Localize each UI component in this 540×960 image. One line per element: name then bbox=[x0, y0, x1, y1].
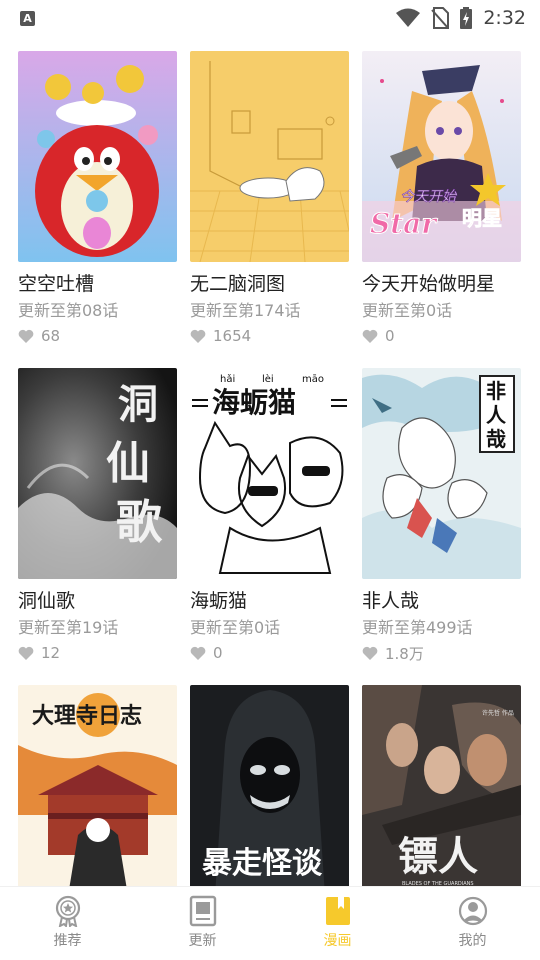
book-icon bbox=[189, 895, 216, 927]
bookmark-book-icon bbox=[325, 897, 350, 925]
cover-calligraphy: 仙 bbox=[106, 438, 150, 489]
award-icon bbox=[55, 895, 80, 927]
cover-calligraphy: 洞 bbox=[118, 381, 158, 428]
cover-title-text: 暴走怪谈 bbox=[202, 846, 323, 881]
comic-card[interactable]: 非 人 哉 非人哉 更新至第499话 1.8万 bbox=[362, 368, 521, 663]
heart-icon bbox=[190, 329, 206, 343]
cover-title-text: 今天开始 bbox=[400, 189, 458, 205]
comic-card[interactable]: 空空吐槽 更新至第08话 68 bbox=[18, 51, 177, 346]
comic-cover[interactable] bbox=[18, 51, 177, 262]
comic-card[interactable]: 今天开始 Star 明星 今天开始做明星 更新至第0话 0 bbox=[362, 51, 521, 346]
comic-title[interactable]: 非人哉 bbox=[362, 588, 521, 614]
cover-pinyin: māo bbox=[302, 374, 324, 385]
heart-icon bbox=[18, 329, 34, 343]
comic-update-status: 更新至第19话 bbox=[18, 618, 119, 637]
heart-icon bbox=[362, 646, 378, 660]
comic-likes: 1654 bbox=[190, 326, 349, 346]
like-count: 12 bbox=[41, 644, 61, 662]
wifi-icon bbox=[396, 8, 421, 27]
cover-title-text: 明星 bbox=[462, 206, 502, 230]
comic-card[interactable]: 镖人 BLADES OF THE GUARDIANS 许先哲 作品 bbox=[362, 685, 521, 896]
clock: 2:32 bbox=[483, 7, 526, 29]
comic-title[interactable]: 今天开始做明星 bbox=[362, 271, 521, 297]
comic-update-status: 更新至第174话 bbox=[190, 301, 301, 320]
like-count: 0 bbox=[213, 644, 223, 662]
comic-cover[interactable]: 非 人 哉 bbox=[362, 368, 521, 579]
tab-comics[interactable]: 漫画 bbox=[270, 887, 405, 960]
cover-pinyin: hǎi bbox=[220, 373, 235, 385]
comic-cover[interactable]: 今天开始 Star 明星 bbox=[362, 51, 521, 262]
status-bar: A 2:32 bbox=[0, 0, 540, 36]
comic-title[interactable]: 空空吐槽 bbox=[18, 271, 177, 297]
cover-badge-text: 人 bbox=[486, 403, 507, 427]
cover-pinyin: lèi bbox=[262, 373, 274, 385]
comic-update-status: 更新至第0话 bbox=[190, 618, 281, 637]
comic-likes: 12 bbox=[18, 643, 177, 663]
comic-title[interactable]: 无二脑洞图 bbox=[190, 271, 349, 297]
cover-author-text: 许先哲 作品 bbox=[482, 709, 514, 717]
comic-card[interactable]: 洞 仙 歌 洞仙歌 更新至第19话 12 bbox=[18, 368, 177, 663]
user-icon bbox=[458, 896, 487, 926]
comic-likes: 1.8万 bbox=[362, 643, 521, 663]
tab-label: 更新 bbox=[188, 933, 217, 949]
battery-charging-icon bbox=[460, 7, 473, 29]
comic-card[interactable]: 无二脑洞图 更新至第174话 1654 bbox=[190, 51, 349, 346]
comic-cover[interactable]: 镖人 BLADES OF THE GUARDIANS 许先哲 作品 bbox=[362, 685, 521, 896]
comic-cover[interactable]: 洞 仙 歌 bbox=[18, 368, 177, 579]
comic-title[interactable]: 海蛎猫 bbox=[190, 588, 349, 614]
comic-cover[interactable]: hǎi lèi māo 海蛎猫 bbox=[190, 368, 349, 579]
comic-likes: 0 bbox=[190, 643, 349, 663]
comic-cover[interactable]: 大理寺日志 bbox=[18, 685, 177, 896]
comic-card[interactable]: 大理寺日志 bbox=[18, 685, 177, 896]
cover-title-text: Star bbox=[370, 207, 438, 240]
heart-icon bbox=[18, 646, 34, 660]
like-count: 1654 bbox=[213, 327, 252, 345]
tab-label: 推荐 bbox=[53, 933, 82, 949]
cover-title-text: 大理寺日志 bbox=[32, 704, 142, 729]
tab-recommend[interactable]: 推荐 bbox=[0, 887, 135, 960]
comic-cover[interactable]: 暴走怪谈 bbox=[190, 685, 349, 896]
cover-badge-text: 哉 bbox=[486, 427, 506, 451]
comic-likes: 0 bbox=[362, 326, 521, 346]
app-notification-icon: A bbox=[20, 10, 35, 26]
bottom-tab-bar: 推荐 更新 漫画 我的 bbox=[0, 886, 540, 960]
like-count: 68 bbox=[41, 327, 61, 345]
tab-updates[interactable]: 更新 bbox=[135, 887, 270, 960]
comic-card[interactable]: hǎi lèi māo 海蛎猫 海蛎猫 更新至第0话 0 bbox=[190, 368, 349, 663]
cover-title-text: 镖人 bbox=[398, 833, 478, 880]
comic-cover[interactable] bbox=[190, 51, 349, 262]
comic-likes: 68 bbox=[18, 326, 177, 346]
heart-icon bbox=[190, 646, 206, 660]
tab-profile[interactable]: 我的 bbox=[405, 887, 540, 960]
tab-label: 我的 bbox=[458, 933, 487, 949]
heart-icon bbox=[362, 329, 378, 343]
comic-title[interactable]: 洞仙歌 bbox=[18, 588, 177, 614]
tab-label: 漫画 bbox=[323, 933, 352, 949]
cover-calligraphy: 歌 bbox=[116, 495, 163, 549]
cover-title-text: 海蛎猫 bbox=[212, 386, 296, 419]
comic-grid: 空空吐槽 更新至第08话 68 无二脑洞图 更新至第174话 1654 今天开始… bbox=[18, 51, 524, 896]
like-count: 1.8万 bbox=[385, 644, 424, 663]
comic-update-status: 更新至第0话 bbox=[362, 301, 453, 320]
comic-update-status: 更新至第499话 bbox=[362, 618, 473, 637]
comic-card[interactable]: 暴走怪谈 bbox=[190, 685, 349, 896]
cover-badge-text: 非 bbox=[486, 379, 506, 403]
like-count: 0 bbox=[385, 327, 395, 345]
comic-update-status: 更新至第08话 bbox=[18, 301, 119, 320]
no-sim-icon bbox=[431, 7, 450, 29]
